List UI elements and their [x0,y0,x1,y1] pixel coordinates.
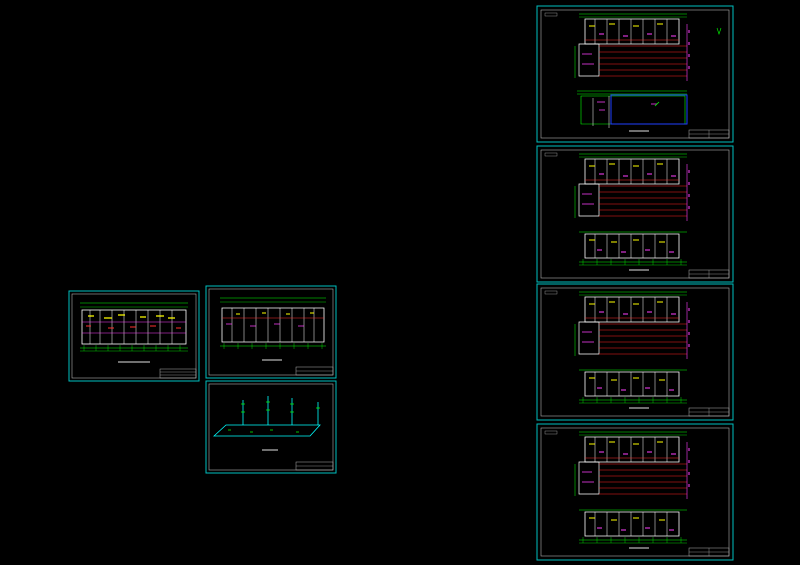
sheet-middle-top-plan[interactable] [205,285,337,379]
pipe-riser-diagram [212,396,321,451]
sheet-right-1[interactable] [536,5,734,143]
cad-model-space[interactable] [0,0,800,565]
title-block [159,368,197,379]
title-block [295,461,334,471]
site-plan-drawing [574,431,690,549]
sheet-right-4[interactable] [536,423,734,561]
sheet-right-2[interactable] [536,145,734,283]
sheet-right-3[interactable] [536,283,734,421]
sheet-left-plan[interactable] [68,290,200,382]
floor-plan-drawing [80,302,188,363]
floor-plan-drawing [220,297,326,361]
site-plan-drawing [574,13,722,132]
site-plan-drawing [574,153,690,271]
site-plan-drawing [574,291,690,409]
cad-drawing-svg[interactable] [0,0,800,565]
sheet-middle-bottom-riser[interactable] [205,380,337,474]
title-block [295,366,334,376]
